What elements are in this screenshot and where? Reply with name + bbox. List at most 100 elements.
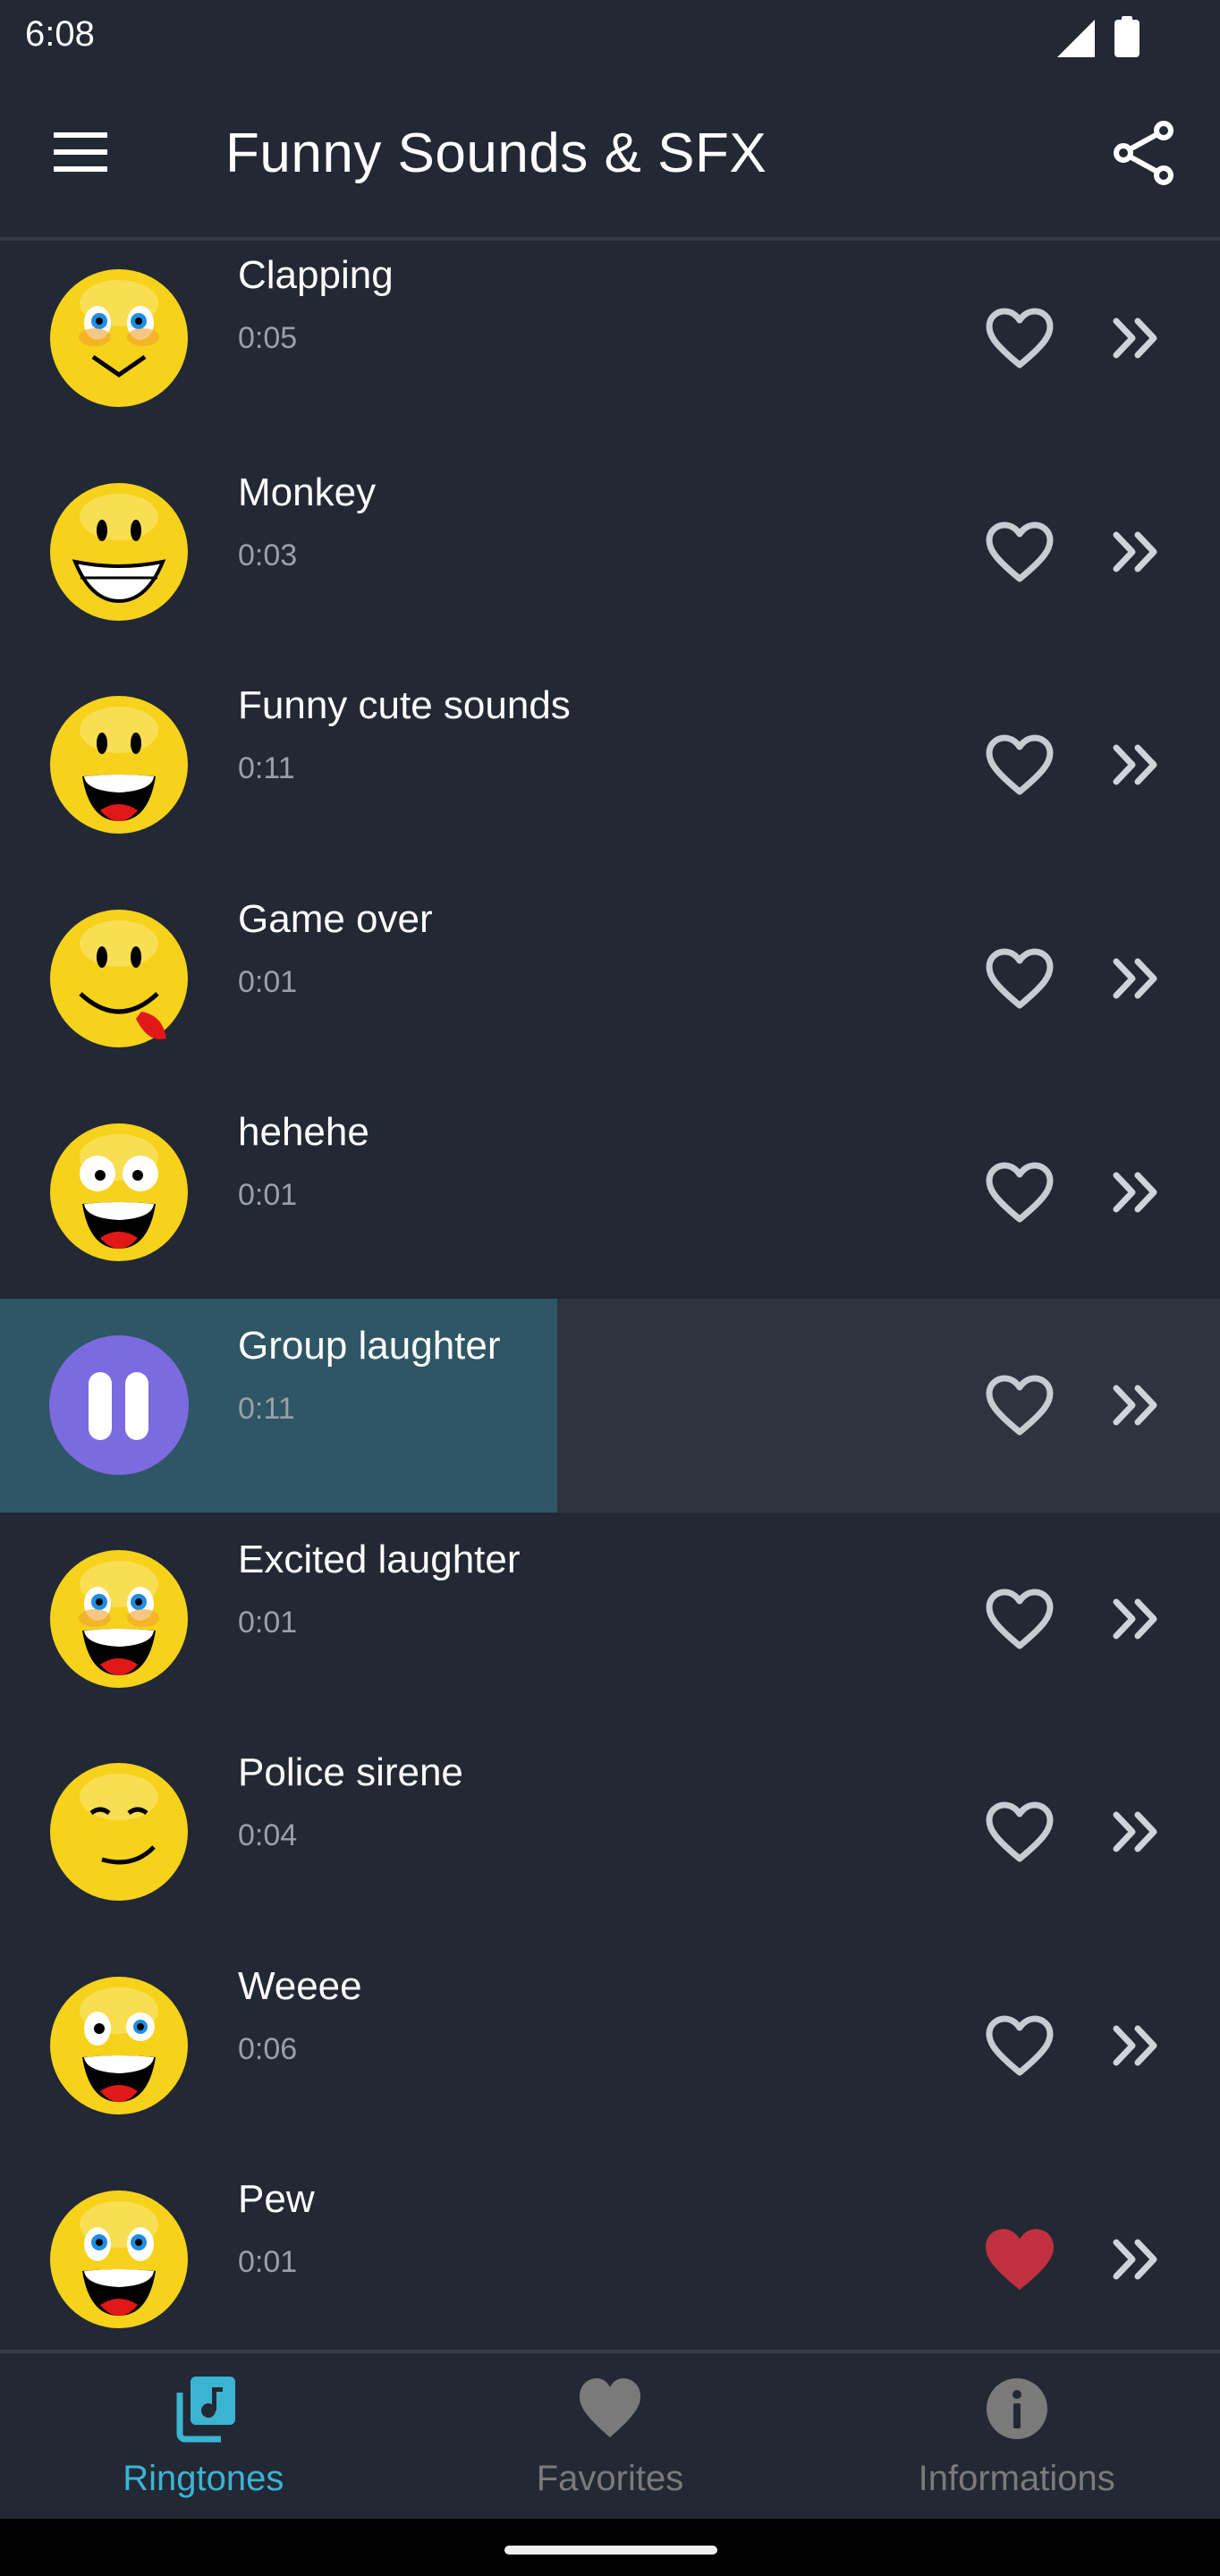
emoji-face-icon: [50, 1549, 188, 1688]
menu-button[interactable]: [52, 131, 114, 181]
nav-ringtones[interactable]: Ringtones: [0, 2353, 407, 2519]
sound-duration: 0:11: [238, 751, 295, 786]
sound-name: Police sirene: [238, 1750, 463, 1795]
play-button[interactable]: [48, 2189, 190, 2330]
heart-filled-icon: [986, 2228, 1054, 2290]
nav-label: Favorites: [536, 2459, 684, 2498]
sound-name: Excited laughter: [238, 1537, 521, 1581]
details-button[interactable]: [1107, 521, 1170, 583]
play-button[interactable]: [48, 1975, 190, 2116]
double-chevron-right-icon: [1113, 531, 1157, 572]
heart-outline-icon: [986, 1162, 1054, 1223]
double-chevron-right-icon: [1113, 2025, 1157, 2066]
sound-name: Funny cute sounds: [238, 683, 571, 728]
details-button[interactable]: [1107, 2228, 1170, 2291]
details-button[interactable]: [1107, 307, 1170, 369]
details-button[interactable]: [1107, 2014, 1170, 2077]
pause-button[interactable]: [48, 1335, 190, 1476]
sound-row[interactable]: Clapping 0:05: [0, 241, 1220, 445]
play-button[interactable]: [48, 1548, 190, 1690]
emoji-face-icon: [50, 696, 188, 835]
double-chevron-right-icon: [1113, 958, 1157, 999]
sound-name: Pew: [238, 2177, 315, 2222]
nav-label: Informations: [918, 2459, 1115, 2498]
play-button[interactable]: [48, 267, 190, 409]
favorite-button[interactable]: [980, 516, 1059, 588]
sound-row[interactable]: Weeee 0:06: [0, 1939, 1220, 2153]
sound-row[interactable]: Group laughter 0:11: [0, 1298, 1220, 1513]
double-chevron-right-icon: [1113, 318, 1157, 359]
details-button[interactable]: [1107, 1801, 1170, 1863]
emoji-face-icon: [50, 1123, 188, 1261]
play-button[interactable]: [48, 1122, 190, 1263]
emoji-face-icon: [50, 2190, 188, 2328]
sound-row[interactable]: Funny cute sounds 0:11: [0, 658, 1220, 872]
sound-row[interactable]: Excited laughter 0:01: [0, 1513, 1220, 1726]
emoji-face-icon: [50, 482, 188, 621]
favorite-button[interactable]: [980, 943, 1059, 1014]
share-button[interactable]: [1113, 120, 1181, 191]
signal-icon: [1057, 20, 1095, 57]
emoji-face-icon: [50, 1977, 188, 2115]
home-gesture-handle[interactable]: [504, 2546, 717, 2555]
favorite-button[interactable]: [980, 1157, 1059, 1228]
favorite-button[interactable]: [980, 2010, 1059, 2081]
sound-name: Clapping: [238, 253, 394, 297]
double-chevron-right-icon: [1113, 2239, 1157, 2280]
heart-outline-icon: [986, 734, 1054, 795]
favorite-button[interactable]: [980, 729, 1059, 801]
sound-row[interactable]: Pew 0:01: [0, 2152, 1220, 2351]
play-button[interactable]: [48, 908, 190, 1049]
double-chevron-right-icon: [1113, 744, 1157, 785]
play-button[interactable]: [48, 694, 190, 835]
status-bar: 6:08: [0, 0, 1220, 72]
play-button[interactable]: [48, 1761, 190, 1902]
status-time: 6:08: [25, 14, 95, 54]
nav-informations[interactable]: Informations: [813, 2353, 1220, 2519]
sound-name: Group laughter: [238, 1323, 501, 1368]
app-bar: Funny Sounds & SFX: [0, 72, 1220, 237]
heart-outline-icon: [986, 1589, 1054, 1649]
details-button[interactable]: [1107, 733, 1170, 796]
sound-list[interactable]: Clapping 0:05 Monkey 0:03 Funny cute sound…: [0, 241, 1220, 2351]
favorite-button[interactable]: [980, 1796, 1059, 1868]
sound-row[interactable]: Monkey 0:03: [0, 445, 1220, 659]
favorite-button[interactable]: [980, 302, 1059, 374]
sound-row[interactable]: Police sirene 0:04: [0, 1725, 1220, 1939]
sound-duration: 0:11: [238, 1391, 295, 1426]
sound-row[interactable]: hehehe 0:01: [0, 1085, 1220, 1299]
sound-row[interactable]: Game over 0:01: [0, 872, 1220, 1086]
favorite-button[interactable]: [980, 1369, 1059, 1441]
emoji-face-icon: [50, 1763, 188, 1902]
heart-icon: [580, 2378, 640, 2437]
details-button[interactable]: [1107, 1588, 1170, 1650]
sound-name: Weeee: [238, 1963, 362, 2008]
battery-icon: [1114, 16, 1140, 57]
sound-name: Game over: [238, 896, 433, 941]
sound-duration: 0:01: [238, 1178, 298, 1213]
play-button[interactable]: [48, 481, 190, 623]
emoji-face-icon: [50, 269, 188, 408]
share-icon: [1114, 121, 1173, 185]
heart-outline-icon: [986, 948, 1054, 1009]
heart-outline-icon: [986, 308, 1054, 369]
details-button[interactable]: [1107, 947, 1170, 1010]
nav-favorites[interactable]: Favorites: [407, 2353, 814, 2519]
bottom-nav: Ringtones Favorites Informations: [0, 2353, 1220, 2519]
hamburger-menu-icon: [54, 132, 107, 172]
heart-outline-icon: [986, 521, 1054, 582]
favorite-button[interactable]: [980, 2224, 1059, 2295]
details-button[interactable]: [1107, 1161, 1170, 1224]
music-library-icon: [176, 2377, 236, 2443]
favorite-button[interactable]: [980, 1583, 1059, 1655]
heart-outline-icon: [986, 1375, 1054, 1436]
sound-duration: 0:01: [238, 964, 298, 999]
details-button[interactable]: [1107, 1374, 1170, 1436]
app-title: Funny Sounds & SFX: [225, 123, 767, 184]
heart-outline-icon: [986, 2015, 1054, 2076]
sound-duration: 0:06: [238, 2031, 298, 2066]
nav-label: Ringtones: [123, 2459, 284, 2498]
sound-duration: 0:03: [238, 538, 298, 572]
status-icons: [1057, 16, 1140, 57]
sound-duration: 0:04: [238, 1818, 298, 1853]
